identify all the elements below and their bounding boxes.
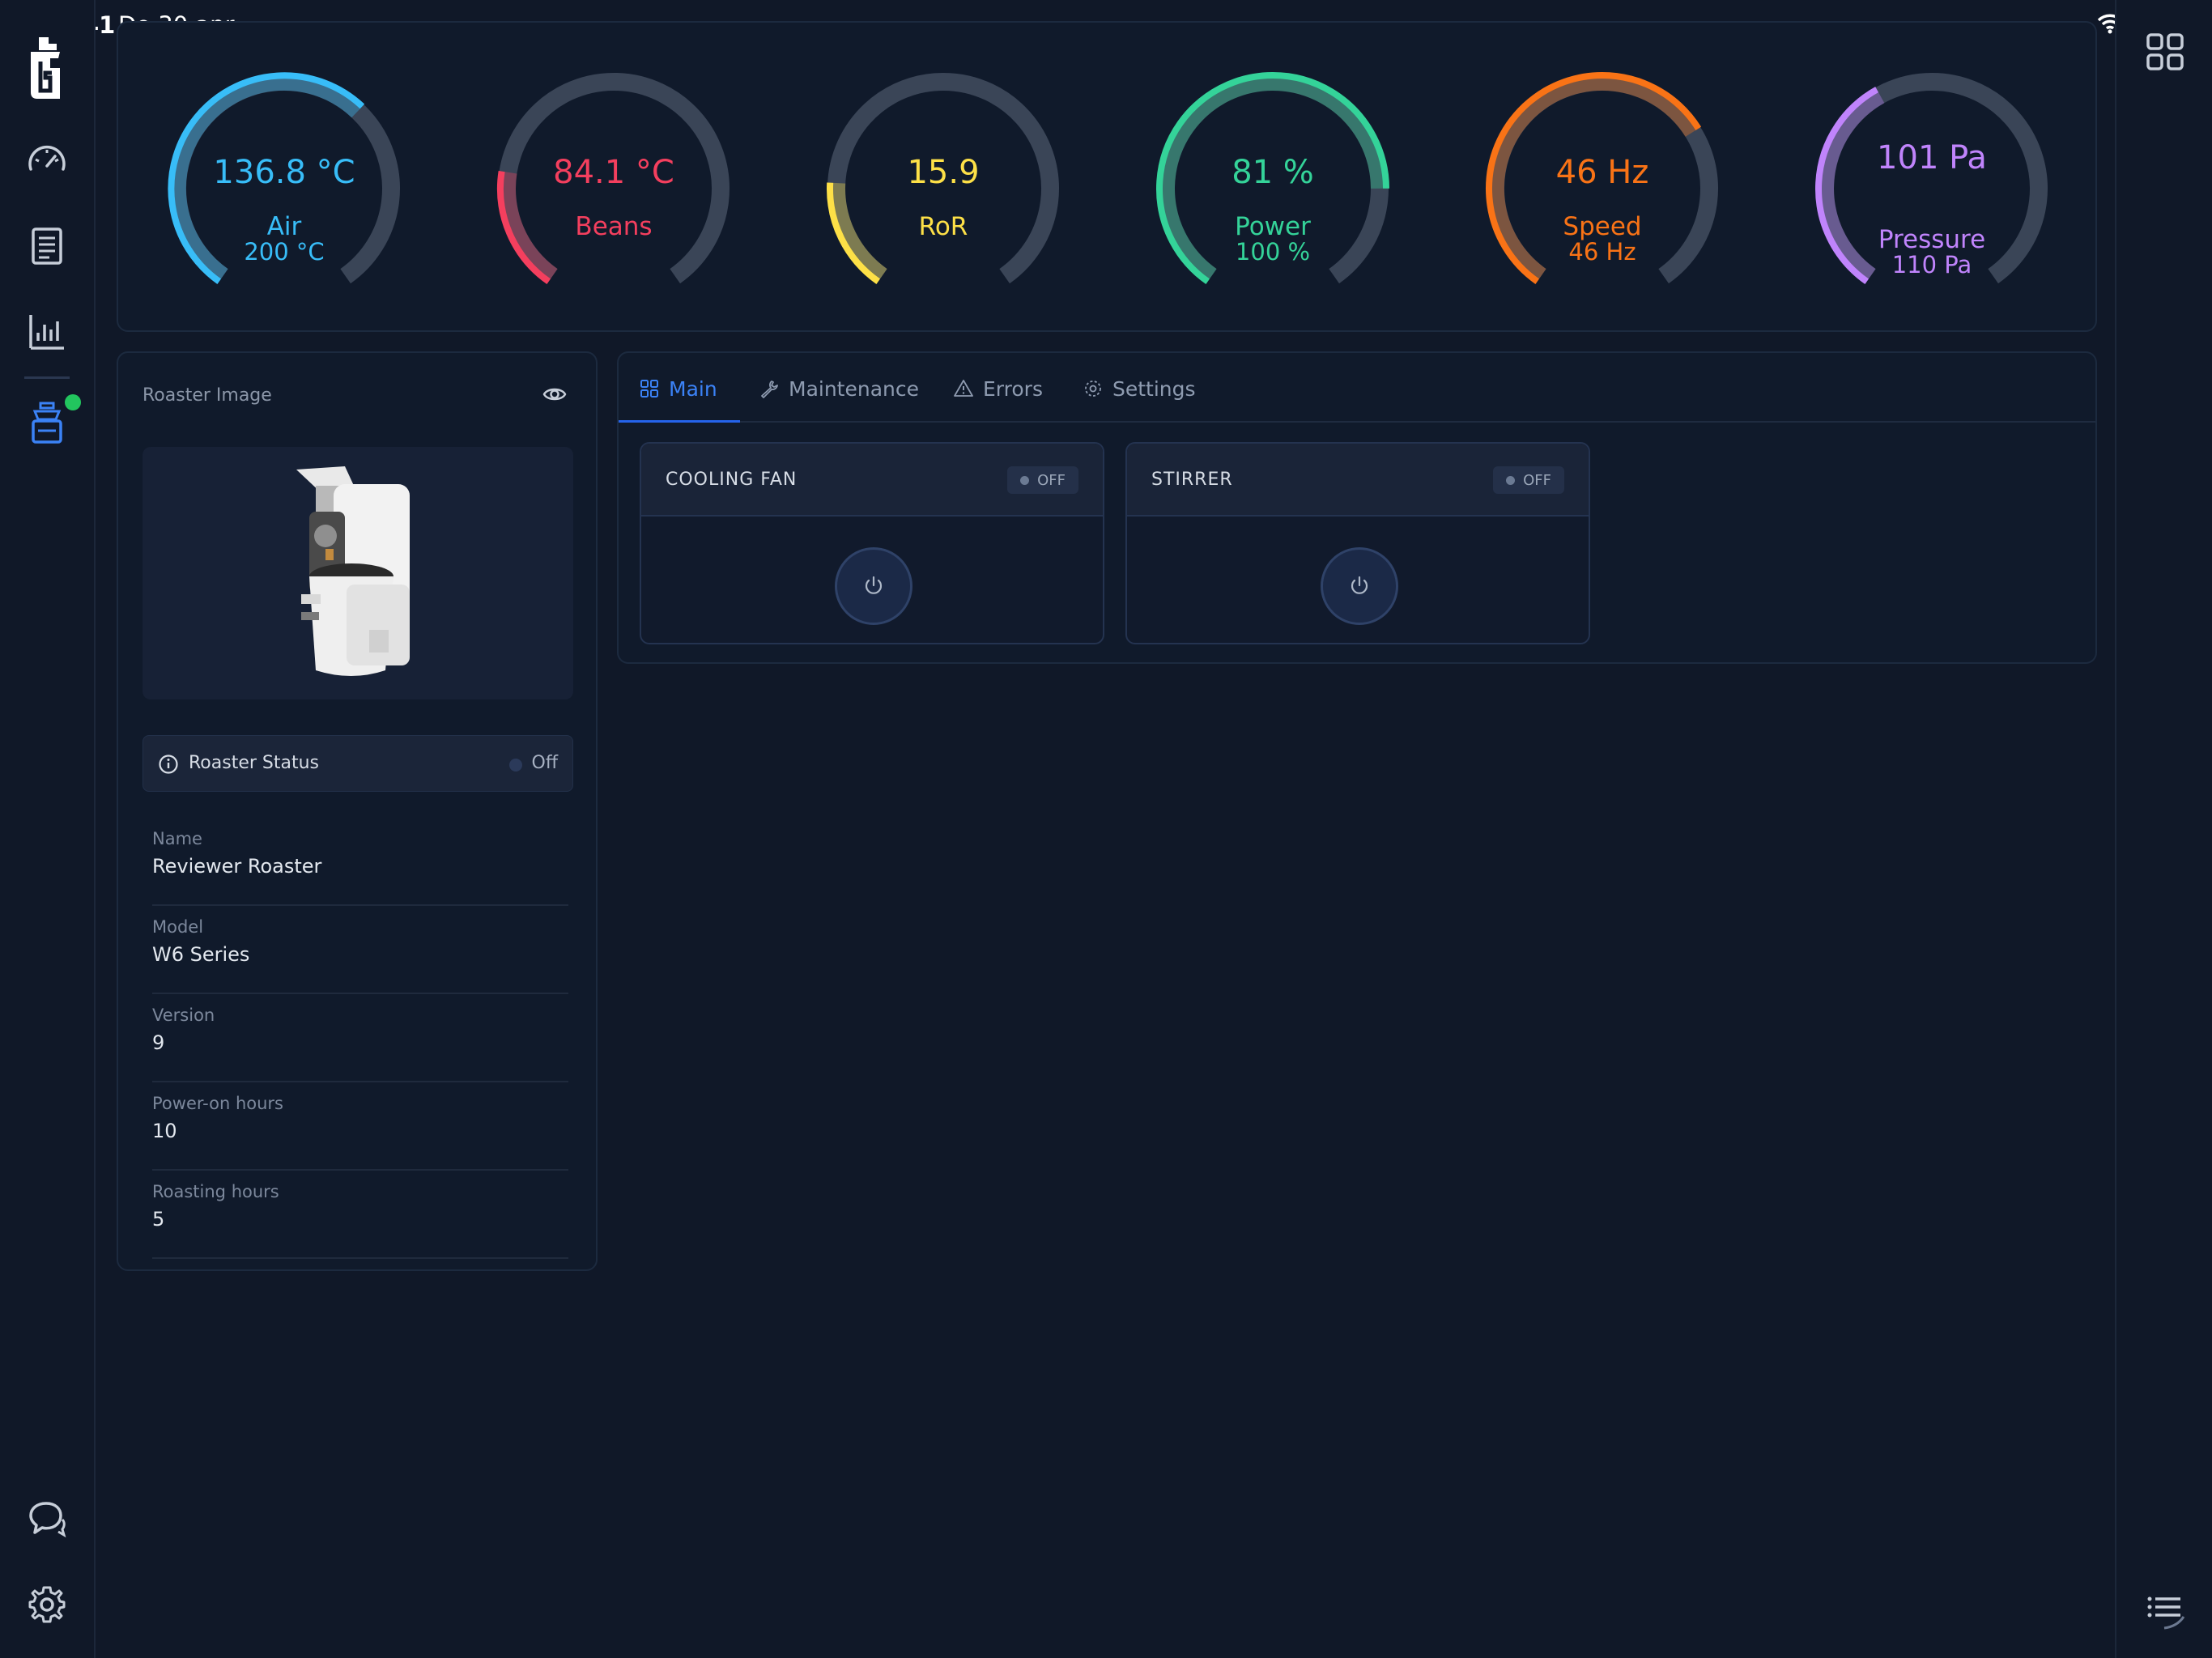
field-value: 5 — [152, 1208, 165, 1231]
gauge-label: RoR — [918, 212, 968, 241]
roaster-image-title: Roaster Image — [143, 385, 272, 406]
field-model: Model W6 Series — [152, 906, 568, 994]
state-dot — [1020, 475, 1030, 485]
apps-grid-button[interactable] — [2138, 24, 2193, 79]
list-icon — [2147, 1596, 2185, 1630]
gauge-speed: 46 Hz Speed 46 Hz — [1473, 55, 1732, 298]
stirrer-power-button[interactable] — [1321, 547, 1398, 625]
eye-icon — [542, 388, 567, 401]
tab-label: Main — [669, 376, 717, 401]
list-view-button[interactable] — [2138, 1582, 2193, 1637]
gauge-power: 81 % Power 100 % — [1143, 55, 1402, 298]
cooling-fan-power-button[interactable] — [835, 547, 912, 625]
bar-chart-icon — [29, 315, 64, 350]
field-power-on-hours: Power-on hours 10 — [152, 1082, 568, 1171]
tab-main[interactable]: Main — [640, 374, 717, 403]
toggle-image-button[interactable] — [542, 384, 567, 408]
gear-icon — [1085, 380, 1101, 397]
field-value: 10 — [152, 1120, 177, 1142]
field-label: Roasting hours — [152, 1182, 279, 1201]
sidebar-item-analytics[interactable] — [19, 304, 74, 359]
info-icon — [159, 755, 178, 774]
wrench-icon — [761, 380, 778, 398]
device-state-badge: OFF — [1007, 466, 1078, 494]
roaster-status-dot — [509, 759, 522, 772]
roaster-status-label: Roaster Status — [189, 753, 320, 773]
gauge-ror: 15.9 RoR — [814, 55, 1073, 298]
field-name: Name Reviewer Roaster — [152, 818, 568, 906]
device-state-badge: OFF — [1493, 466, 1564, 494]
device-state: OFF — [1037, 471, 1066, 489]
gauge-value: 84.1 °C — [553, 154, 674, 191]
field-label: Version — [152, 1005, 215, 1025]
gauge-value: 81 % — [1231, 154, 1314, 191]
sidebar-item-dashboard[interactable] — [19, 133, 74, 188]
device-card-header: COOLING FAN OFF — [641, 444, 1103, 517]
field-label: Name — [152, 829, 202, 848]
roaster-icon — [32, 402, 62, 444]
field-label: Power-on hours — [152, 1094, 283, 1113]
device-name: STIRRER — [1151, 470, 1233, 490]
control-panel: Main Maintenance Errors Settings COOLING… — [617, 351, 2097, 664]
tab-settings[interactable]: Settings — [1083, 374, 1196, 403]
apps-grid-icon — [2146, 33, 2184, 70]
gauge-value: 101 Pa — [1877, 139, 1987, 176]
tab-maintenance[interactable]: Maintenance — [759, 374, 919, 403]
document-icon — [32, 227, 62, 265]
tab-errors[interactable]: Errors — [954, 374, 1043, 403]
gauge-target: 110 Pa — [1891, 251, 1972, 278]
gauge-value: 15.9 — [907, 154, 980, 191]
grid-icon — [640, 380, 658, 397]
gauge-label: Pressure — [1878, 225, 1986, 254]
field-value: Reviewer Roaster — [152, 855, 322, 878]
app-logo — [21, 34, 73, 102]
warning-icon — [954, 380, 973, 397]
sidebar-item-documents[interactable] — [19, 219, 74, 274]
device-card-stirrer: STIRRER OFF — [1125, 442, 1590, 644]
roaster-info-panel: Roaster Image Roaster Status Off Name Re… — [117, 351, 598, 1271]
gear-icon — [28, 1586, 66, 1623]
gauge-label: Air — [266, 212, 302, 241]
left-sidebar — [0, 0, 96, 1658]
device-state: OFF — [1523, 471, 1551, 489]
gauge-target: 46 Hz — [1568, 238, 1636, 266]
right-sidebar — [2115, 0, 2212, 1658]
roaster-image — [143, 447, 573, 699]
sidebar-separator — [24, 376, 70, 379]
roaster-status-value: Off — [531, 753, 558, 773]
device-name: COOLING FAN — [666, 470, 798, 490]
sidebar-item-settings[interactable] — [19, 1577, 74, 1632]
tab-label: Settings — [1112, 376, 1196, 401]
gauge-air: 136.8 °C Air 200 °C — [155, 55, 414, 298]
tab-bar: Main Maintenance Errors Settings — [619, 353, 2095, 423]
gauge-value: 46 Hz — [1555, 154, 1649, 191]
roaster-status-row: Roaster Status Off — [143, 735, 573, 792]
gauge-value: 136.8 °C — [213, 154, 355, 191]
field-label: Model — [152, 917, 204, 937]
device-card-header: STIRRER OFF — [1127, 444, 1589, 517]
gauges-panel: 136.8 °C Air 200 °C 84.1 °C Beans 15.9 R… — [117, 21, 2097, 332]
field-version: Version 9 — [152, 994, 568, 1082]
gauge-beans: 84.1 °C Beans — [484, 55, 743, 298]
sidebar-item-chat[interactable] — [19, 1491, 74, 1546]
online-status-dot — [65, 394, 81, 410]
gauge-label: Beans — [575, 212, 653, 241]
gauge-target: 200 °C — [244, 238, 325, 266]
active-tab-indicator — [619, 420, 740, 423]
speedometer-icon — [28, 145, 66, 171]
field-roasting-hours: Roasting hours 5 — [152, 1171, 568, 1259]
power-icon — [1351, 576, 1368, 594]
power-icon — [865, 576, 883, 594]
gauge-label: Speed — [1563, 212, 1642, 241]
device-card-cooling-fan: COOLING FAN OFF — [640, 442, 1104, 644]
chat-icon — [29, 1502, 66, 1538]
tab-label: Errors — [983, 376, 1043, 401]
gauge-label: Power — [1235, 212, 1311, 241]
gauge-pressure: 101 Pa Pressure 110 Pa — [1802, 55, 2061, 298]
field-value: W6 Series — [152, 943, 250, 966]
gauge-target: 100 % — [1235, 238, 1311, 266]
field-value: 9 — [152, 1031, 165, 1054]
state-dot — [1506, 475, 1516, 485]
tab-label: Maintenance — [789, 376, 919, 401]
